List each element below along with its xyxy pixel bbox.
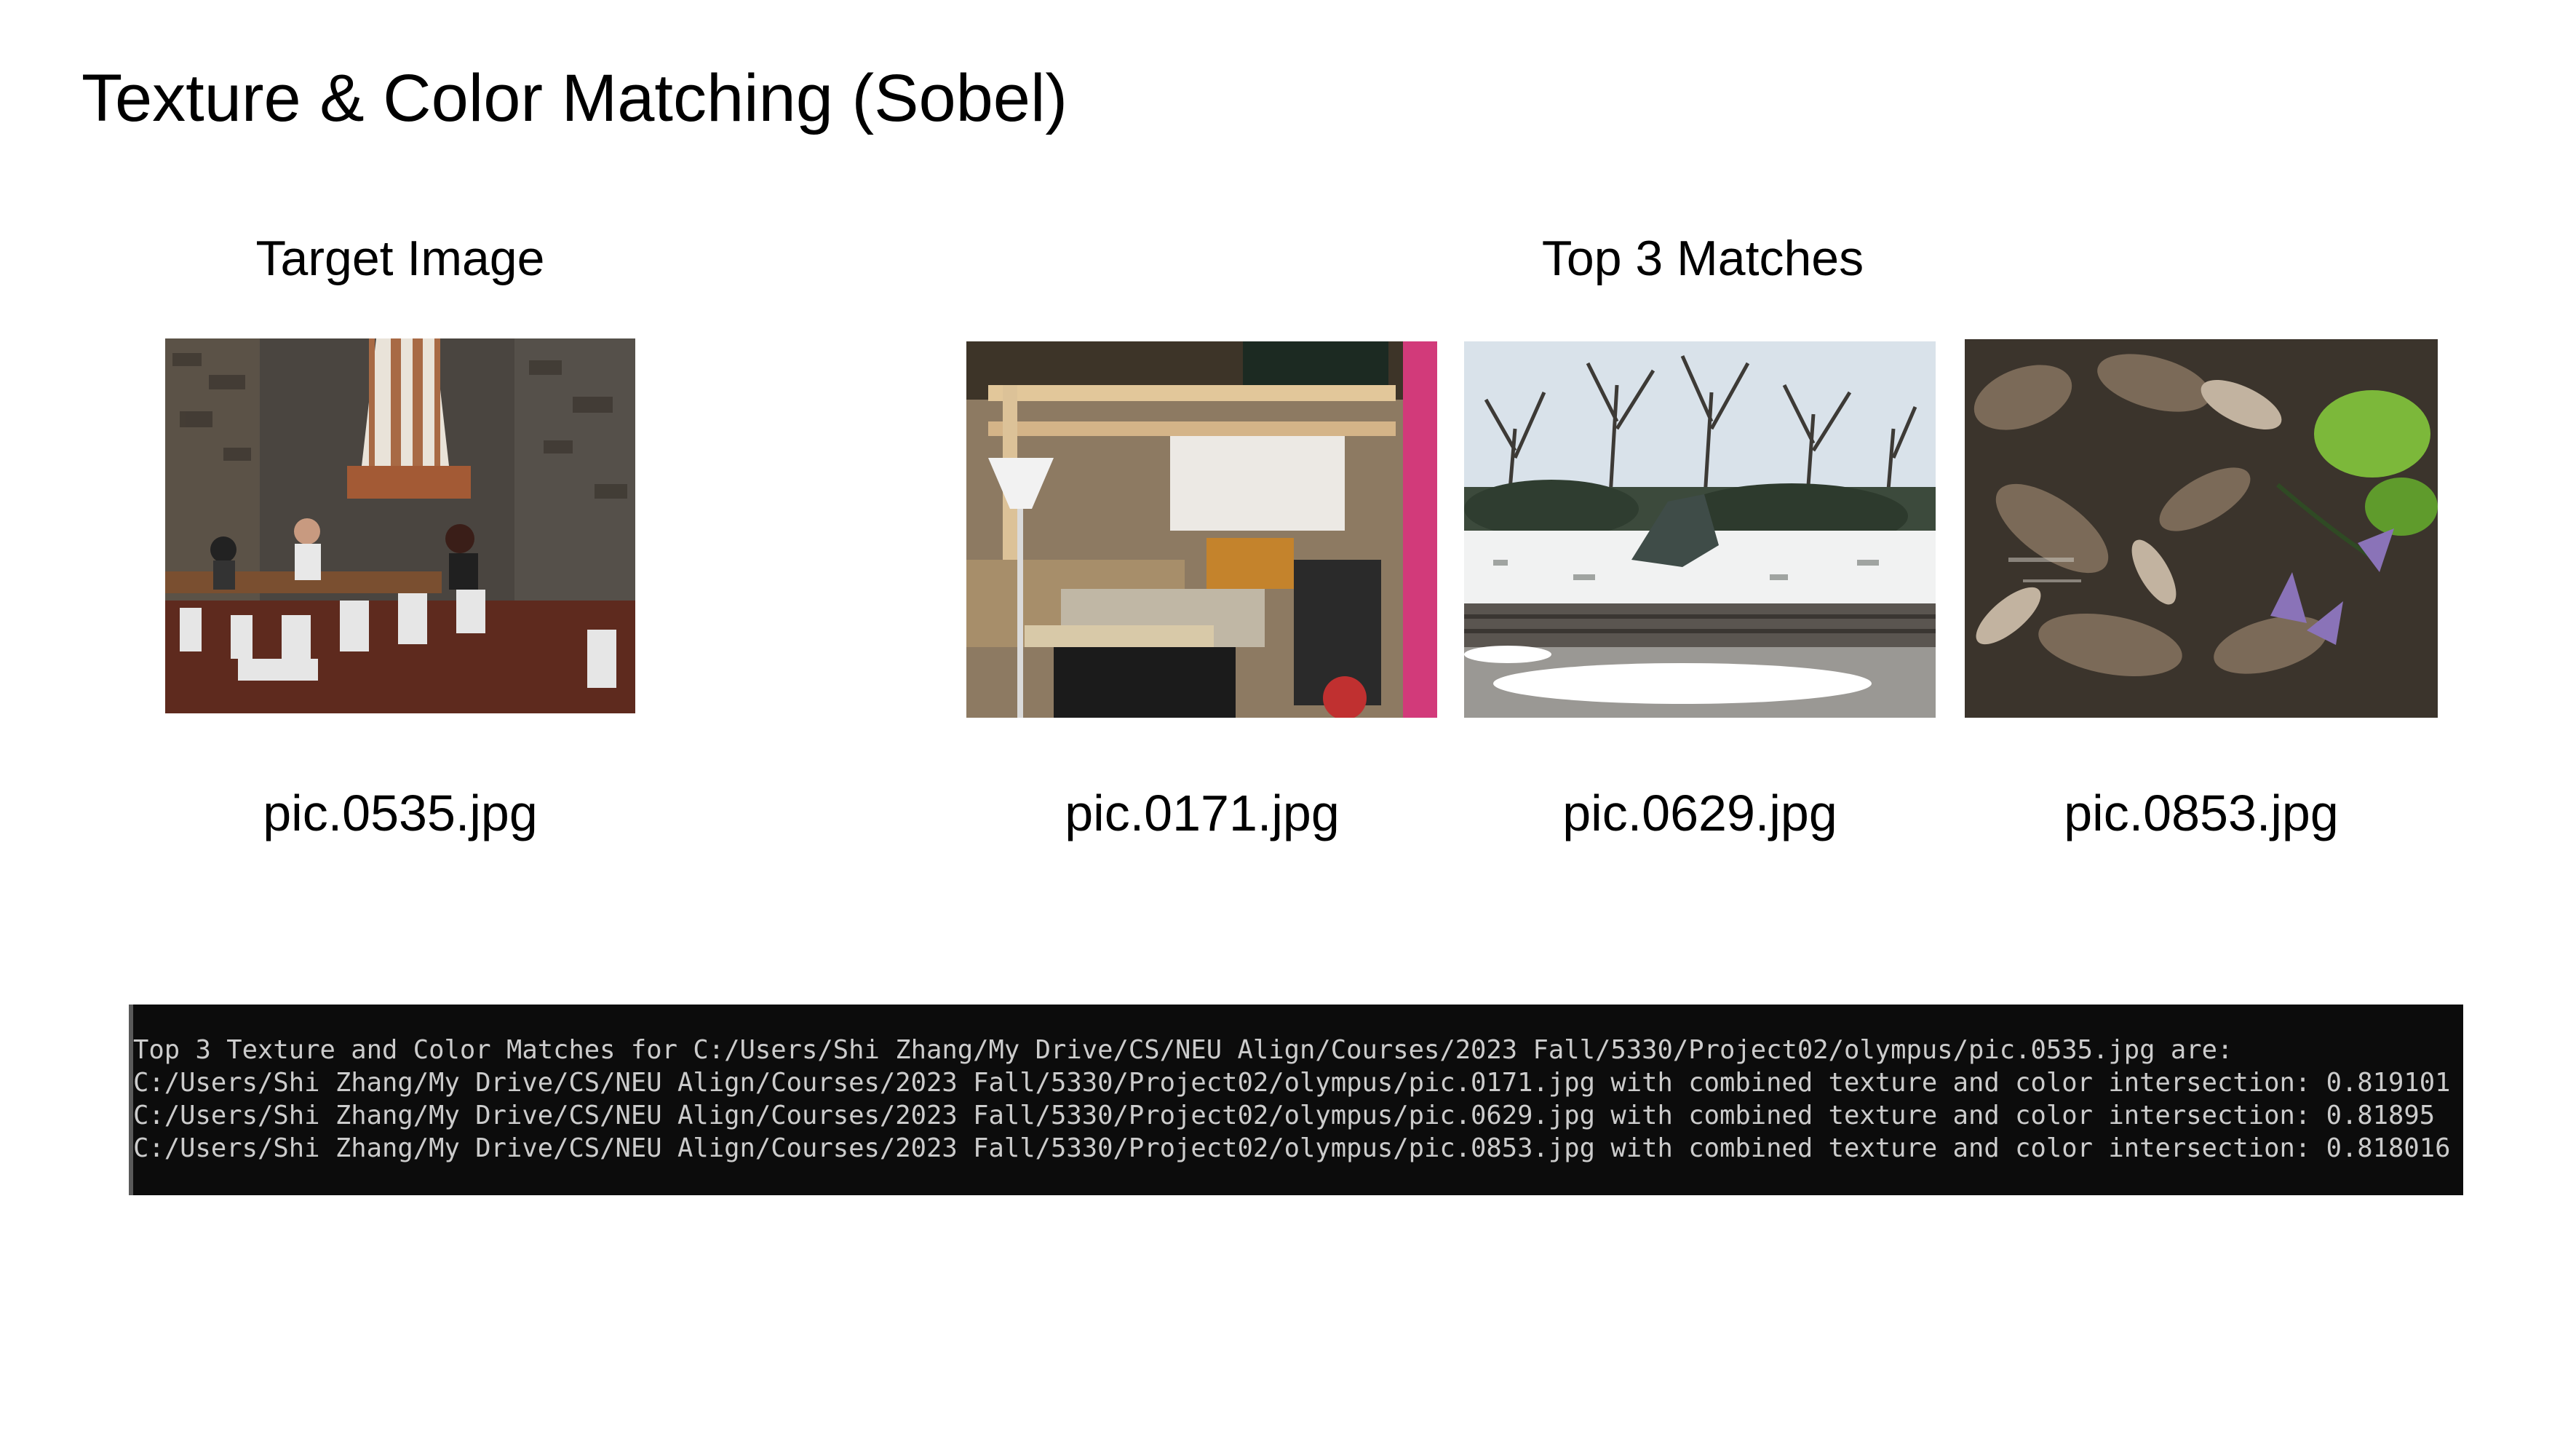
match-filename-3: pic.0853.jpg: [2064, 785, 2339, 841]
target-filename: pic.0535.jpg: [263, 785, 538, 841]
matches-heading: Top 3 Matches: [1541, 231, 1864, 286]
terminal-line-match-1: C:/Users/Shi Zhang/My Drive/CS/NEU Align…: [133, 1068, 2451, 1098]
terminal-line-match-2: C:/Users/Shi Zhang/My Drive/CS/NEU Align…: [133, 1101, 2436, 1130]
terminal-line-match-3: C:/Users/Shi Zhang/My Drive/CS/NEU Align…: [133, 1133, 2451, 1163]
match-image-3: [1965, 339, 2438, 718]
match-image-2: [1464, 341, 1936, 718]
match-filename-1: pic.0171.jpg: [1065, 785, 1340, 841]
match-image-1: [966, 341, 1437, 718]
terminal-output: Top 3 Texture and Color Matches for C:/U…: [129, 1005, 2463, 1195]
target-image: [165, 338, 635, 713]
match-filename-2: pic.0629.jpg: [1562, 785, 1837, 841]
target-heading: Target Image: [255, 231, 545, 286]
terminal-line-header: Top 3 Texture and Color Matches for C:/U…: [133, 1035, 2233, 1065]
slide-title: Texture & Color Matching (Sobel): [82, 61, 1068, 135]
terminal-left-edge: [129, 1005, 133, 1195]
